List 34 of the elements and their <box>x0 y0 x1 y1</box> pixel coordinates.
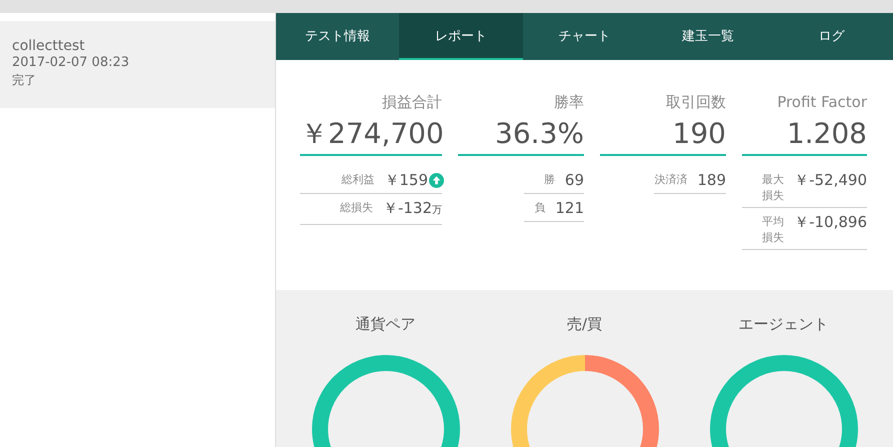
stat-value: ￥274,700 <box>300 114 442 156</box>
stat-label: 総損失 <box>340 200 373 216</box>
stat-title: 取引回数 <box>665 92 726 113</box>
stat-value: 190 <box>600 114 726 156</box>
stat-label: 決済済 <box>654 172 688 188</box>
stat-label: 平均損失 <box>761 214 784 246</box>
stat-detail-value: ￥-132万 <box>382 198 442 219</box>
stat-title: 損益合計 <box>381 92 442 113</box>
stat-label: 総利益 <box>341 172 374 188</box>
stat-title: Profit Factor <box>776 92 867 113</box>
tab[interactable]: レポート <box>399 13 523 60</box>
test-name: collecttest <box>12 37 86 55</box>
stat-value: 36.3% <box>458 114 584 156</box>
stat-value: 1.208 <box>742 114 867 156</box>
stat-title: 勝率 <box>553 92 584 113</box>
stat-detail-value: ￥-52,490 <box>794 170 867 190</box>
test-list-item[interactable]: collecttest 2017-02-07 08:23 完了 <box>0 21 275 108</box>
stat-detail-value: 69 <box>564 170 584 190</box>
chart-title: 売/買 <box>566 314 602 334</box>
test-date: 2017-02-07 08:23 <box>12 55 130 71</box>
stat-label: 勝 <box>544 172 555 188</box>
stat-label: 最大損失 <box>761 172 784 204</box>
stat-detail-value: 189 <box>697 170 726 190</box>
chart-title: 通貨ペア <box>356 314 416 334</box>
chart-title: エージェント <box>738 314 828 334</box>
tab[interactable]: 建玉一覧 <box>646 13 770 60</box>
test-status: 完了 <box>12 72 37 89</box>
tab[interactable]: ログ <box>770 13 893 60</box>
stat-detail-value: ￥159 <box>384 170 428 190</box>
stat-label: 負 <box>534 200 546 216</box>
tab[interactable]: チャート <box>522 13 646 60</box>
stat-detail-value: 121 <box>555 198 584 218</box>
tab[interactable]: テスト情報 <box>276 13 400 60</box>
stat-detail-value: ￥-10,896 <box>794 212 867 232</box>
